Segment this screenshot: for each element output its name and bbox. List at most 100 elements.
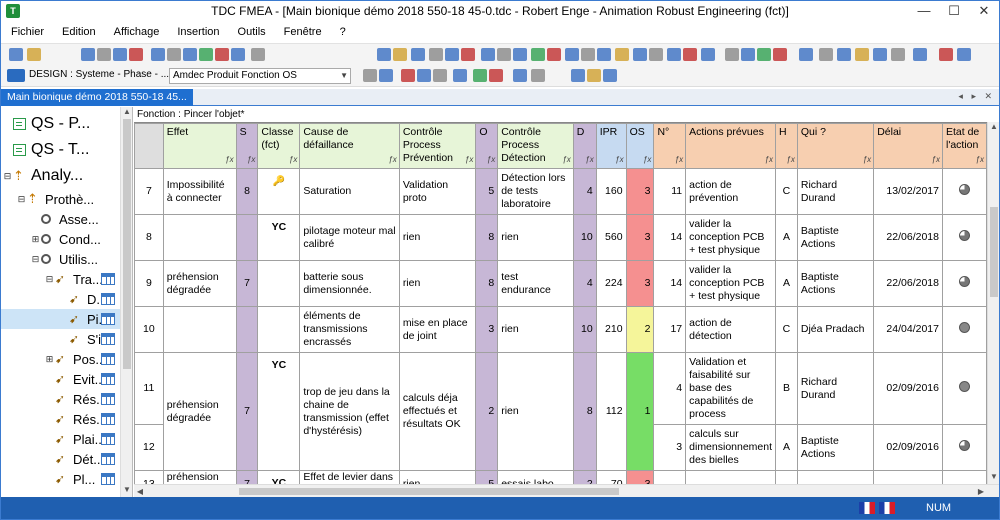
os-cell[interactable]: 3	[625, 260, 655, 307]
effet-cell[interactable]: Impossibilité à connecter	[162, 168, 237, 215]
os-cell[interactable]: 3	[625, 168, 655, 215]
toolbar-icon[interactable]	[379, 69, 393, 82]
table-row[interactable]: 10 éléments de transmissions encrassés mis…	[134, 306, 987, 353]
grid-vertical-scrollbar[interactable]: ▲ ▼	[987, 122, 999, 484]
detection-control-cell[interactable]: rien	[497, 352, 574, 471]
class-cell[interactable]: YC	[257, 470, 301, 484]
tree-item[interactable]: ➹ D...	[1, 289, 121, 309]
h-cell[interactable]	[775, 470, 798, 484]
toolbar-icon[interactable]	[531, 48, 545, 61]
column-header[interactable]: Dƒx	[572, 123, 597, 169]
cause-cell[interactable]: éléments de transmissions encrassés	[299, 306, 400, 353]
effet-cell[interactable]	[162, 214, 237, 261]
action-status-cell[interactable]	[941, 352, 987, 425]
collapse-icon[interactable]: ⊟	[17, 194, 26, 205]
grid-view-icon[interactable]	[101, 333, 115, 345]
tree-item[interactable]: ⊞ ➹ Pos...	[1, 349, 121, 369]
detection-rating-cell[interactable]: 4	[572, 260, 597, 307]
detection-rating-cell[interactable]: 10	[572, 214, 597, 261]
deadline-cell[interactable]: 24/04/2017	[873, 306, 943, 353]
toolbar-icon[interactable]	[855, 48, 869, 61]
h-cell[interactable]: C	[775, 306, 798, 353]
table-row[interactable]: 9 préhension dégradée 7 batterie sous dimen…	[134, 260, 987, 307]
toolbar-icon[interactable]	[913, 48, 927, 61]
toolbar-icon[interactable]	[97, 48, 111, 61]
grid-view-icon[interactable]	[101, 473, 115, 485]
action-status-cell[interactable]	[941, 470, 987, 484]
minimize-button[interactable]: —	[909, 1, 939, 21]
toolbar-icon[interactable]	[819, 48, 833, 61]
cause-cell[interactable]: pilotage moteur mal calibré	[299, 214, 400, 261]
effet-cell[interactable]: préhension dégradée	[162, 352, 237, 471]
grid-horizontal-scrollbar[interactable]: ◀ ▶	[134, 484, 999, 497]
row-number-cell[interactable]: 9	[134, 260, 164, 307]
deadline-cell[interactable]: 02/09/2016	[873, 352, 943, 425]
column-header[interactable]: Contrôle Process Prévention ƒx	[398, 123, 477, 169]
toolbar-icon[interactable]	[489, 69, 503, 82]
toolbar-icon[interactable]	[377, 48, 391, 61]
toolbar-icon[interactable]	[773, 48, 787, 61]
prevention-control-cell[interactable]: mise en place de joint	[398, 306, 477, 353]
detection-rating-cell[interactable]: 8	[572, 352, 597, 471]
class-cell[interactable]: 🔑	[257, 168, 301, 215]
prevention-control-cell[interactable]: rien	[398, 214, 477, 261]
toolbar-icon[interactable]	[615, 48, 629, 61]
tree-item[interactable]: ⊟ ➹ Tra...	[1, 269, 121, 289]
action-number-cell[interactable]	[653, 470, 687, 484]
design-mode-icon[interactable]	[7, 69, 25, 82]
grid-view-icon[interactable]	[101, 293, 115, 305]
deadline-cell[interactable]: 22/06/2018	[873, 260, 943, 307]
detection-control-cell[interactable]: rien	[497, 214, 574, 261]
occurrence-cell[interactable]: 5	[475, 168, 499, 215]
grid-view-icon[interactable]	[101, 373, 115, 385]
deadline-cell[interactable]: 02/09/2016	[873, 424, 943, 471]
rpn-cell[interactable]: 224	[595, 260, 627, 307]
scroll-right-icon[interactable]: ▶	[975, 485, 987, 497]
analysis-type-select[interactable]: Amdec Produit Fonction OS ▼	[169, 68, 351, 84]
toolbar-icon[interactable]	[649, 48, 663, 61]
toolbar-icon[interactable]	[725, 48, 739, 61]
owner-cell[interactable]: Baptiste Actions	[796, 260, 875, 307]
french-flag-icon[interactable]	[879, 502, 895, 514]
document-tab[interactable]: Main bionique démo 2018 550-18 45...	[1, 89, 193, 106]
expand-icon[interactable]: ⊞	[31, 234, 40, 245]
planned-action-cell[interactable]: valider la conception PCB + test physiqu…	[685, 260, 777, 307]
column-header[interactable]: IPR ƒx	[595, 123, 627, 169]
planned-action-cell[interactable]: action de détection	[685, 306, 777, 353]
toolbar-icon[interactable]	[565, 48, 579, 61]
toolbar-icon[interactable]	[587, 69, 601, 82]
os-cell[interactable]: 3	[625, 470, 655, 484]
grid-view-icon[interactable]	[101, 453, 115, 465]
toolbar-icon[interactable]	[453, 69, 467, 82]
toolbar-icon[interactable]	[401, 69, 415, 82]
tree-scrollbar[interactable]: ▲ ▼	[120, 107, 132, 497]
toolbar-icon[interactable]	[701, 48, 715, 61]
toolbar-icon[interactable]	[9, 48, 23, 61]
deadline-cell[interactable]: 13/02/2017	[873, 168, 943, 215]
tree-item[interactable]: ➹ Evit...	[1, 369, 121, 389]
h-cell[interactable]: A	[775, 424, 798, 471]
tab-nav-buttons[interactable]: ◂ ▸ ✕	[958, 91, 995, 102]
toolbar-icon[interactable]	[167, 48, 181, 61]
detection-control-cell[interactable]: rien	[497, 306, 574, 353]
toolbar-icon[interactable]	[481, 48, 495, 61]
toolbar-icon[interactable]	[151, 48, 165, 61]
owner-cell[interactable]: Djéa Pradach	[796, 306, 875, 353]
h-cell[interactable]: B	[775, 352, 798, 425]
action-number-cell[interactable]: 4	[653, 352, 687, 425]
tree-item[interactable]: ➹ Rés...	[1, 409, 121, 429]
formula-icon[interactable]: ƒx	[976, 153, 984, 166]
owner-cell[interactable]: Baptiste Actions	[796, 424, 875, 471]
scroll-down-icon[interactable]: ▼	[121, 485, 132, 497]
formula-icon[interactable]: ƒx	[487, 153, 495, 166]
expand-icon[interactable]: ⊞	[45, 354, 54, 365]
toolbar-icon[interactable]	[891, 48, 905, 61]
toolbar-icon[interactable]	[417, 69, 431, 82]
grid-view-icon[interactable]	[101, 413, 115, 425]
toolbar-icon[interactable]	[199, 48, 213, 61]
table-row[interactable]: 7 Impossibilité à connecter 8 🔑 Saturation Va…	[134, 168, 987, 215]
toolbar-icon[interactable]	[547, 48, 561, 61]
toolbar-icon[interactable]	[571, 69, 585, 82]
grid-view-icon[interactable]	[101, 273, 115, 285]
grid-view-icon[interactable]	[101, 313, 115, 325]
